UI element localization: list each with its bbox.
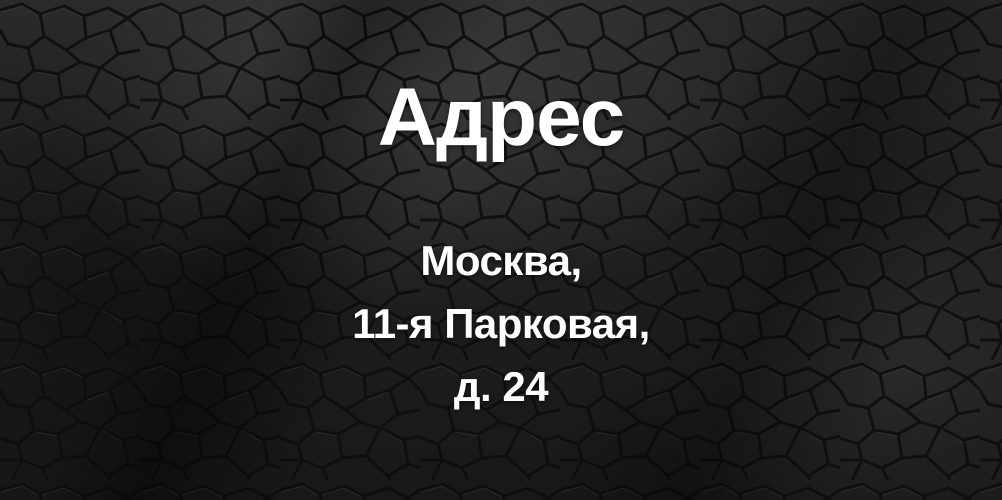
content-block: Адрес Москва, 11-я Парковая, д. 24 — [0, 0, 1002, 500]
page-title: Адрес — [377, 72, 626, 163]
address-line-city: Москва, — [420, 237, 582, 284]
address-line-street: 11-я Парковая, — [352, 300, 650, 347]
address-line-building: д. 24 — [453, 363, 549, 410]
address-text: Москва, 11-я Парковая, д. 24 — [0, 229, 1002, 418]
background-panel: Адрес Москва, 11-я Парковая, д. 24 — [0, 0, 1002, 500]
